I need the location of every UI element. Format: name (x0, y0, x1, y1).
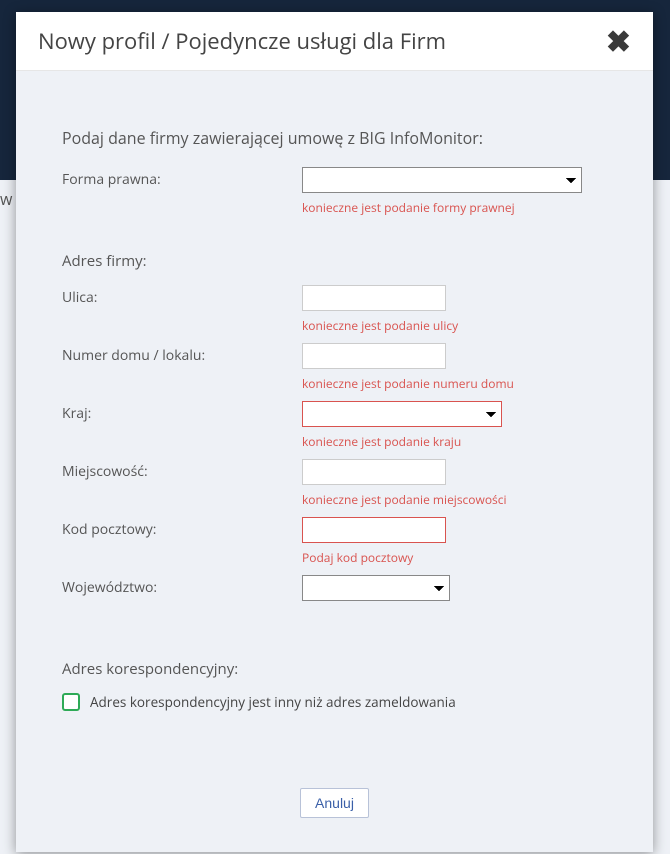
cancel-button[interactable]: Anuluj (300, 788, 369, 818)
select-forma-prawna[interactable] (302, 167, 582, 193)
input-kod-pocztowy[interactable] (302, 517, 446, 543)
label-wojewodztwo: Województwo: (62, 575, 302, 597)
modal-title: Nowy profil / Pojedyncze usługi dla Firm (38, 26, 446, 56)
error-kod-pocztowy: Podaj kod pocztowy (302, 549, 446, 566)
error-numer-domu: konieczne jest podanie numeru domu (302, 375, 514, 392)
modal-footer: Anuluj (16, 758, 653, 852)
label-numer-domu: Numer domu / lokalu: (62, 343, 302, 365)
checkbox-different-correspondence-address[interactable] (62, 693, 80, 711)
row-wojewodztwo: Województwo: (62, 575, 607, 629)
section-correspondence-title: Adres korespondencyjny: (62, 659, 607, 679)
input-ulica[interactable] (302, 285, 446, 311)
modal-body: Podaj dane firmy zawierającej umowę z BI… (16, 71, 653, 758)
section-company-data-title: Podaj dane firmy zawierającej umowę z BI… (62, 127, 607, 149)
row-ulica: Ulica: konieczne jest podanie ulicy (62, 285, 607, 339)
label-kraj: Kraj: (62, 401, 302, 423)
checkbox-label: Adres korespondencyjny jest inny niż adr… (90, 693, 456, 711)
row-correspondence-checkbox: Adres korespondencyjny jest inny niż adr… (62, 693, 607, 711)
label-ulica: Ulica: (62, 285, 302, 307)
row-numer-domu: Numer domu / lokalu: konieczne jest poda… (62, 343, 607, 397)
modal-new-profile: Nowy profil / Pojedyncze usługi dla Firm… (16, 12, 653, 852)
modal-header: Nowy profil / Pojedyncze usługi dla Firm… (16, 12, 653, 71)
select-kraj[interactable] (302, 401, 502, 427)
bg-stray-char: w (0, 188, 12, 210)
section-address-title: Adres firmy: (62, 251, 607, 271)
row-forma-prawna: Forma prawna: konieczne jest podanie for… (62, 167, 607, 221)
label-kod-pocztowy: Kod pocztowy: (62, 517, 302, 539)
error-forma-prawna: konieczne jest podanie formy prawnej (302, 199, 582, 216)
label-forma-prawna: Forma prawna: (62, 167, 302, 189)
row-kraj: Kraj: konieczne jest podanie kraju (62, 401, 607, 455)
error-ulica: konieczne jest podanie ulicy (302, 317, 458, 334)
row-miejscowosc: Miejscowość: konieczne jest podanie miej… (62, 459, 607, 513)
input-numer-domu[interactable] (302, 343, 446, 369)
error-kraj: konieczne jest podanie kraju (302, 433, 502, 450)
close-icon[interactable]: ✖ (606, 26, 631, 56)
select-wojewodztwo[interactable] (302, 575, 450, 601)
row-kod-pocztowy: Kod pocztowy: Podaj kod pocztowy (62, 517, 607, 571)
input-miejscowosc[interactable] (302, 459, 446, 485)
error-miejscowosc: konieczne jest podanie miejscowości (302, 491, 507, 508)
label-miejscowosc: Miejscowość: (62, 459, 302, 481)
